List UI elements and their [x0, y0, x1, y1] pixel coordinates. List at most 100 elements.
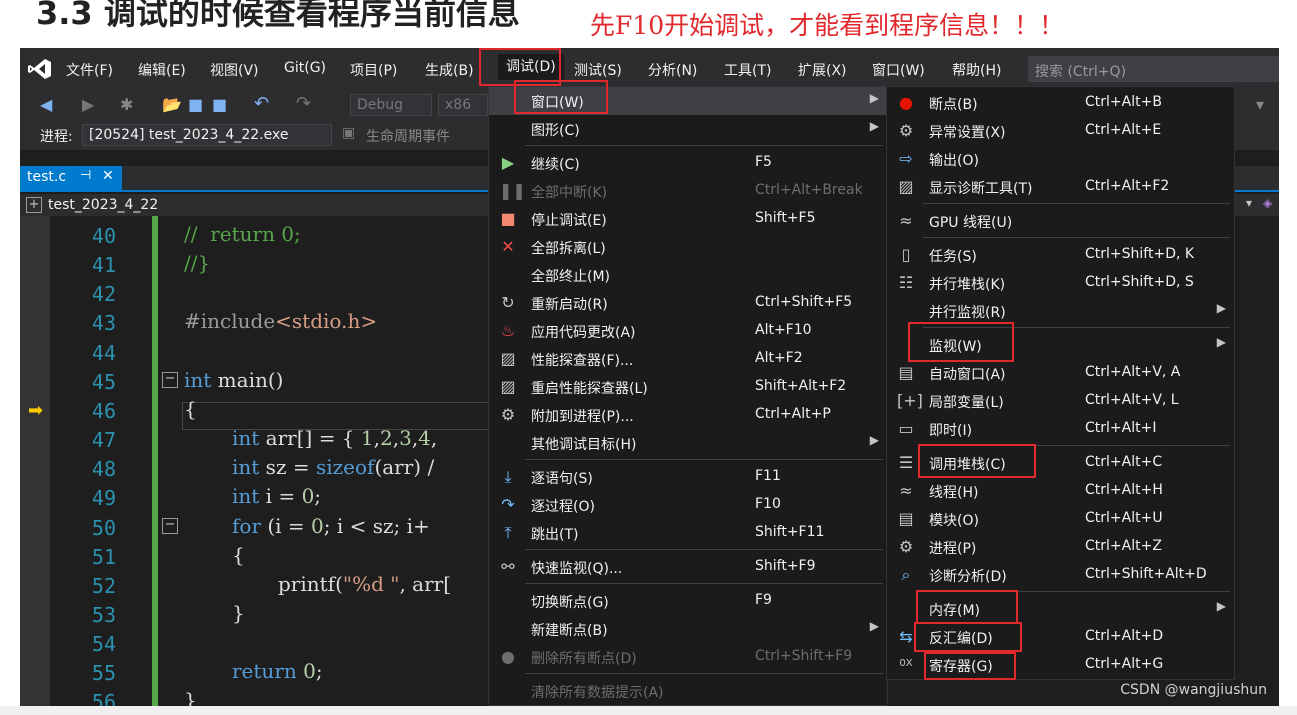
menu-extensions[interactable]: 扩展(X)	[798, 60, 847, 80]
code-line: int arr[] = { 1,2,3,4,	[232, 426, 438, 450]
debug-menu-item-quickwatch[interactable]: ⚯ 快速监视(Q)... Shift+F9	[489, 553, 887, 581]
redo-icon[interactable]: ↷	[296, 93, 311, 114]
debug-menu-item-break-all[interactable]: ❚❚ 全部中断(K) Ctrl+Alt+Break	[489, 177, 887, 205]
window-item-parallel-stacks[interactable]: ☷ 并行堆栈(K) Ctrl+Shift+D, S	[887, 269, 1234, 297]
call-stack-icon: ☰	[898, 453, 914, 472]
submenu-arrow-icon: ▶	[869, 619, 879, 633]
menu-file[interactable]: 文件(F)	[66, 60, 113, 80]
member-dropdown-icon[interactable]: ▾	[1246, 196, 1252, 210]
process-select[interactable]: [20524] test_2023_4_22.exe	[82, 124, 332, 146]
restart-icon: ↻	[501, 293, 515, 312]
code-line: #include<stdio.h>	[184, 309, 378, 333]
menu-project[interactable]: 项目(P)	[350, 60, 397, 80]
debug-menu-item-continue[interactable]: ▶ 继续(C) F5	[489, 149, 887, 177]
code-line: //}	[184, 251, 211, 275]
menu-analyze[interactable]: 分析(N)	[648, 60, 697, 80]
back-icon[interactable]: ◀	[40, 95, 52, 114]
menu-test[interactable]: 测试(S)	[574, 60, 622, 80]
menu-tools[interactable]: 工具(T)	[724, 60, 771, 80]
configuration-select[interactable]: Debug	[350, 94, 432, 116]
window-item-threads[interactable]: ≈ 线程(H) Ctrl+Alt+H	[887, 477, 1234, 505]
registers-icon: 0X	[899, 658, 913, 669]
menu-help[interactable]: 帮助(H)	[952, 60, 1001, 80]
open-folder-icon[interactable]: 📂	[162, 95, 182, 114]
output-icon: ⇨	[899, 149, 913, 168]
profiler-restart-icon: ▨	[500, 377, 516, 396]
window-item-registers[interactable]: 0X 寄存器(G) Ctrl+Alt+G	[887, 651, 1234, 679]
debug-menu-item-step-out[interactable]: ⤒ 跳出(T) Shift+F11	[489, 519, 887, 547]
menu-edit[interactable]: 编辑(E)	[138, 60, 186, 80]
search-placeholder: 搜索 (Ctrl+Q)	[1035, 64, 1127, 80]
menu-window[interactable]: 窗口(W)	[872, 60, 925, 80]
debug-menu-item-delete-all-breakpoints[interactable]: ● 删除所有断点(D) Ctrl+Shift+F9	[489, 643, 887, 671]
pause-icon: ❚❚	[499, 181, 526, 200]
debug-menu-item-terminate-all[interactable]: 全部终止(M)	[489, 261, 887, 289]
step-over-icon: ↷	[501, 495, 515, 514]
debug-menu-item-restart[interactable]: ↻ 重新启动(R) Ctrl+Shift+F5	[489, 289, 887, 317]
undo-icon[interactable]: ↶	[254, 93, 269, 114]
window-item-call-stack[interactable]: ☰ 调用堆栈(C) Ctrl+Alt+C	[887, 449, 1234, 477]
toolbar-overflow-icon[interactable]: ▾	[1256, 95, 1264, 114]
close-icon[interactable]: ✕	[102, 168, 114, 184]
window-item-tasks[interactable]: ▯ 任务(S) Ctrl+Shift+D, K	[887, 241, 1234, 269]
save-icon[interactable]: ■	[188, 95, 203, 114]
window-item-processes[interactable]: ⚙ 进程(P) Ctrl+Alt+Z	[887, 533, 1234, 561]
menu-git[interactable]: Git(G)	[284, 60, 326, 76]
profiler-icon: ▨	[500, 349, 516, 368]
pin-icon[interactable]: ⊣	[80, 168, 91, 183]
window-item-immediate[interactable]: ▭ 即时(I) Ctrl+Alt+I	[887, 415, 1234, 443]
menu-separator	[525, 673, 883, 674]
debug-menu-item-graphics[interactable]: 图形(C) ▶	[489, 115, 887, 143]
window-item-memory[interactable]: 内存(M) ▶	[887, 595, 1234, 623]
debug-menu-item-apply-code-changes[interactable]: ♨ 应用代码更改(A) Alt+F10	[489, 317, 887, 345]
lifecycle-events-button[interactable]: 生命周期事件	[366, 126, 450, 146]
debug-menu-item-toggle-breakpoint[interactable]: 切换断点(G) F9	[489, 587, 887, 615]
window-item-output[interactable]: ⇨ 输出(O)	[887, 145, 1234, 173]
debug-menu-item-stop[interactable]: ■ 停止调试(E) Shift+F5	[489, 205, 887, 233]
new-project-icon[interactable]: ✱	[120, 95, 133, 114]
flame-icon: ♨	[500, 321, 516, 340]
window-item-parallel-watch[interactable]: 并行监视(R) ▶	[887, 297, 1234, 325]
window-item-disassembly[interactable]: ⇆ 反汇编(D) Ctrl+Alt+D	[887, 623, 1234, 651]
debug-menu-item-clear-datatips[interactable]: 清除所有数据提示(A)	[489, 677, 887, 705]
submenu-arrow-icon: ▶	[1216, 599, 1226, 613]
code-line: int i = 0;	[232, 484, 322, 508]
menu-view[interactable]: 视图(V)	[210, 60, 259, 80]
submenu-arrow-icon: ▶	[1216, 335, 1226, 349]
window-item-diagnostic-tools[interactable]: ▨ 显示诊断工具(T) Ctrl+Alt+F2	[887, 173, 1234, 201]
debug-menu-item-step-into[interactable]: ⤓ 逐语句(S) F11	[489, 463, 887, 491]
window-item-watch[interactable]: 监视(W) ▶	[887, 331, 1234, 359]
lifecycle-events-icon[interactable]: ▣	[342, 125, 355, 141]
debug-menu-item-other-targets[interactable]: 其他调试目标(H) ▶	[489, 429, 887, 457]
tasks-icon: ▯	[901, 245, 911, 264]
debug-menu-item-relaunch-profiler[interactable]: ▨ 重启性能探查器(L) Shift+Alt+F2	[489, 373, 887, 401]
locals-icon: [+]	[897, 391, 923, 410]
debug-menu-item-attach-process[interactable]: ⚙ 附加到进程(P)... Ctrl+Alt+P	[489, 401, 887, 429]
search-input[interactable]: 搜索 (Ctrl+Q)	[1028, 56, 1279, 82]
window-item-modules[interactable]: ▤ 模块(O) Ctrl+Alt+U	[887, 505, 1234, 533]
platform-select[interactable]: x86	[438, 94, 488, 116]
window-item-autos[interactable]: ▤ 自动窗口(A) Ctrl+Alt+V, A	[887, 359, 1234, 387]
menu-build[interactable]: 生成(B)	[425, 60, 474, 80]
window-item-breakpoints[interactable]: ● 断点(B) Ctrl+Alt+B	[887, 89, 1234, 117]
tab-test-c[interactable]: test.c ⊣ ✕	[20, 166, 122, 190]
debug-menu-item-detach-all[interactable]: ✕ 全部拆离(L)	[489, 233, 887, 261]
window-item-diagnostics-analysis[interactable]: ⌕ 诊断分析(D) Ctrl+Shift+Alt+D	[887, 561, 1234, 589]
window-item-locals[interactable]: [+] 局部变量(L) Ctrl+Alt+V, L	[887, 387, 1234, 415]
debug-menu-item-new-breakpoint[interactable]: 新建断点(B) ▶	[489, 615, 887, 643]
window-item-gpu-threads[interactable]: ≈ GPU 线程(U)	[887, 207, 1234, 235]
debug-menu-item-profiler[interactable]: ▨ 性能探查器(F)... Alt+F2	[489, 345, 887, 373]
debug-menu-item-step-over[interactable]: ↷ 逐过程(O) F10	[489, 491, 887, 519]
submenu-arrow-icon: ▶	[869, 119, 879, 133]
debug-menu-item-window[interactable]: 窗口(W) ▶	[489, 87, 887, 115]
detach-x-icon: ✕	[501, 237, 515, 256]
gpu-threads-icon: ≈	[899, 211, 913, 230]
project-scope-select[interactable]: test_2023_4_22	[48, 197, 158, 213]
visual-studio-window: 文件(F) 编辑(E) 视图(V) Git(G) 项目(P) 生成(B) 调试(…	[20, 48, 1279, 706]
menu-separator	[525, 549, 883, 550]
stop-icon: ■	[500, 209, 516, 228]
menu-debug[interactable]: 调试(D)	[498, 54, 564, 80]
save-all-icon[interactable]: ■	[212, 95, 227, 114]
window-item-exception-settings[interactable]: ⚙ 异常设置(X) Ctrl+Alt+E	[887, 117, 1234, 145]
forward-icon[interactable]: ▶	[82, 95, 94, 114]
